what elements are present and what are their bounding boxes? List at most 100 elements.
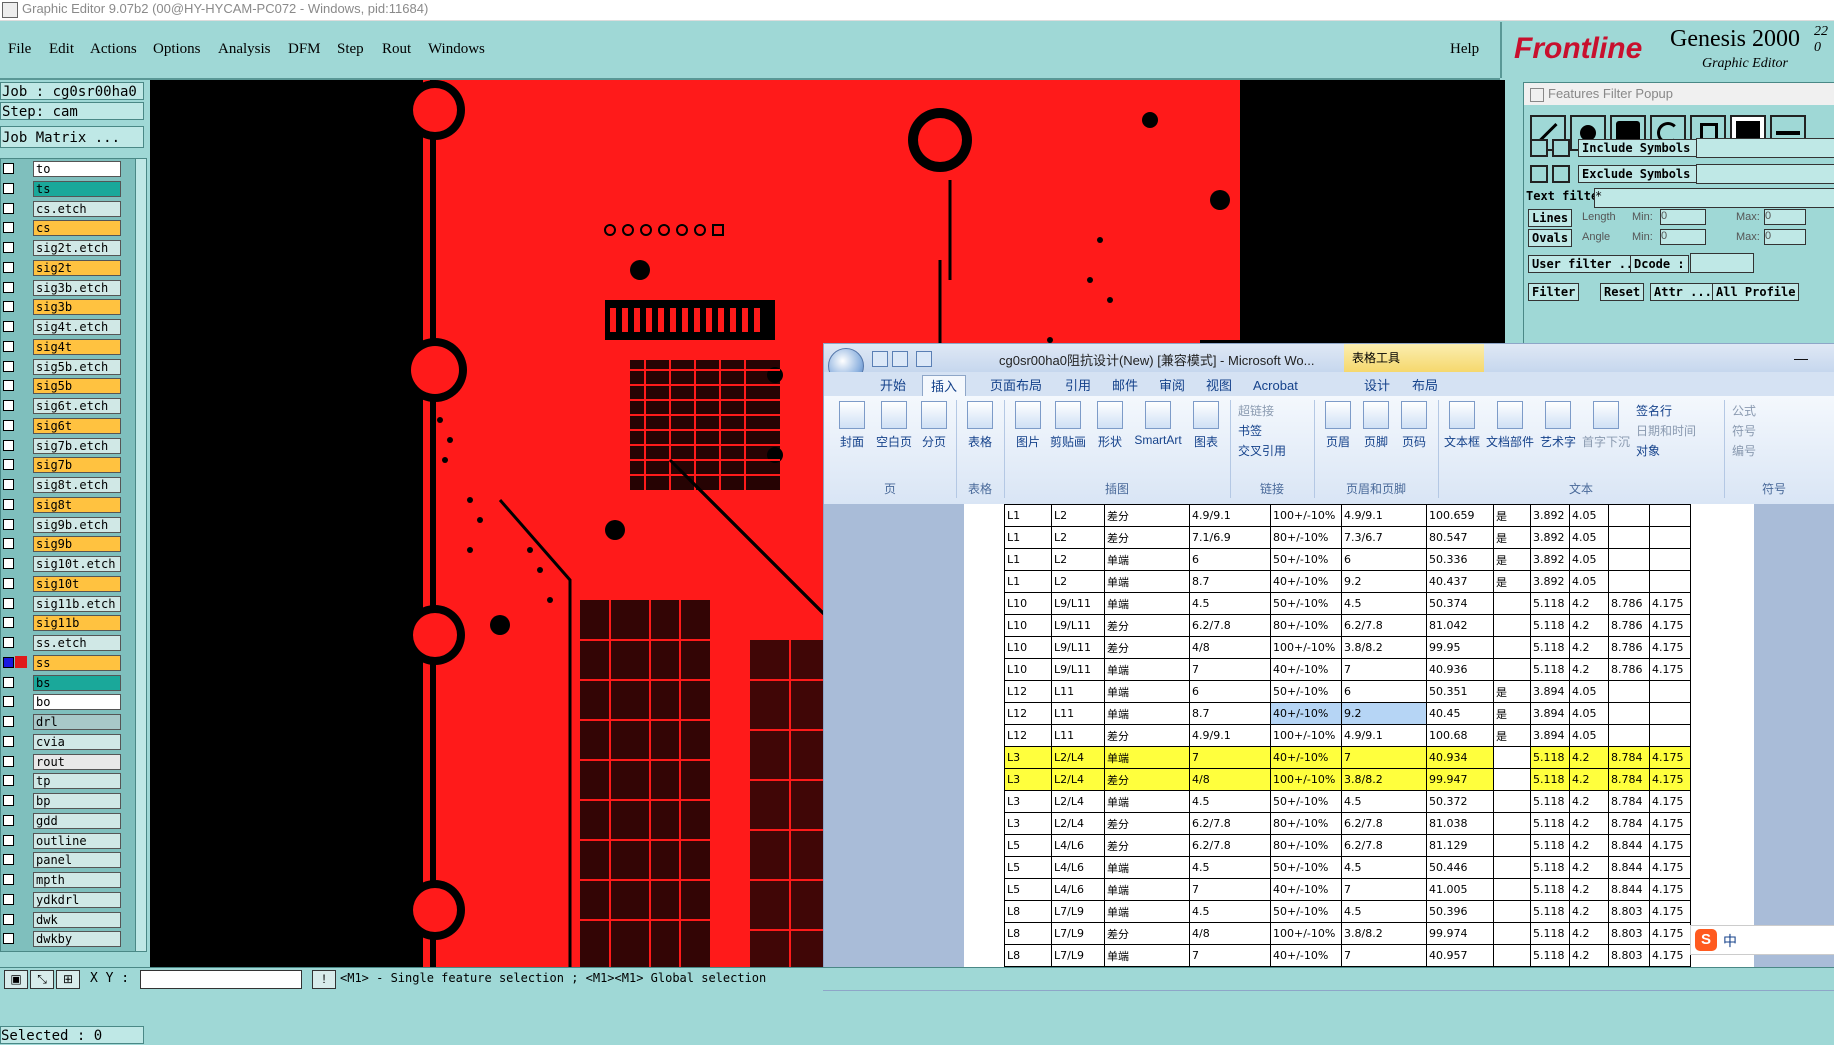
layer-checkbox[interactable] xyxy=(3,400,14,411)
menu-windows[interactable]: Windows xyxy=(428,41,485,58)
table-cell[interactable]: 9.2 xyxy=(1341,702,1427,725)
table-cell[interactable]: 6 xyxy=(1341,680,1427,703)
table-cell[interactable] xyxy=(1493,658,1531,681)
table-cell[interactable]: 40+/-10% xyxy=(1270,746,1342,769)
layer-color-swatch[interactable] xyxy=(15,221,27,233)
table-button[interactable]: 表格 xyxy=(962,401,998,450)
layer-color-swatch[interactable] xyxy=(15,814,27,826)
table-cell[interactable]: 4.175 xyxy=(1649,812,1691,835)
table-cell[interactable]: 7 xyxy=(1341,658,1427,681)
include-expand-icon[interactable] xyxy=(1530,139,1548,157)
layer-row[interactable]: sig4t.etch xyxy=(1,317,133,335)
table-cell[interactable]: 7 xyxy=(1189,878,1271,901)
layer-name[interactable]: sig3b.etch xyxy=(33,279,121,296)
table-cell[interactable]: 单端 xyxy=(1104,856,1190,879)
menu-rout[interactable]: Rout xyxy=(382,41,411,58)
table-cell[interactable]: L10 xyxy=(1004,658,1052,681)
table-cell[interactable]: 单端 xyxy=(1104,900,1190,923)
table-cell[interactable]: 80+/-10% xyxy=(1270,614,1342,637)
layer-row[interactable]: sig2t.etch xyxy=(1,238,133,256)
table-cell[interactable]: 4/8 xyxy=(1189,768,1271,791)
text-box-button[interactable]: 文本框 xyxy=(1442,401,1482,450)
table-cell[interactable]: 4.175 xyxy=(1649,614,1691,637)
table-cell[interactable]: 99.95 xyxy=(1426,636,1494,659)
table-cell[interactable]: 单端 xyxy=(1104,680,1190,703)
layer-color-swatch[interactable] xyxy=(15,202,27,214)
include-symbols-input[interactable] xyxy=(1696,138,1834,158)
table-cell[interactable]: 8.803 xyxy=(1608,900,1650,923)
table-cell[interactable]: 100+/-10% xyxy=(1270,768,1342,791)
picture-button[interactable]: 图片 xyxy=(1010,401,1046,450)
table-cell[interactable]: 单端 xyxy=(1104,592,1190,615)
table-cell[interactable]: 5.118 xyxy=(1530,636,1570,659)
text-filter-input[interactable]: * xyxy=(1594,188,1834,208)
layer-name[interactable]: mpth xyxy=(33,872,121,888)
layer-checkbox[interactable] xyxy=(3,775,14,787)
table-cell[interactable]: 8.784 xyxy=(1608,746,1650,769)
layer-name[interactable]: sig2t.etch xyxy=(33,240,121,256)
table-cell[interactable]: 3.892 xyxy=(1530,504,1570,527)
layer-color-swatch[interactable] xyxy=(15,913,27,925)
table-cell[interactable]: L2/L4 xyxy=(1051,746,1105,769)
table-cell[interactable]: 单端 xyxy=(1104,658,1190,681)
layer-color-swatch[interactable] xyxy=(15,715,27,727)
layer-name[interactable]: sig11b xyxy=(33,615,121,632)
layer-row[interactable]: sig11b xyxy=(1,613,133,632)
table-cell[interactable]: 4.2 xyxy=(1569,922,1609,945)
smartart-button[interactable]: SmartArt xyxy=(1130,401,1186,447)
table-cell[interactable]: 4.2 xyxy=(1569,658,1609,681)
table-cell[interactable]: 4.5 xyxy=(1341,790,1427,813)
layer-checkbox[interactable] xyxy=(3,459,14,471)
table-cell[interactable]: 4.175 xyxy=(1649,900,1691,923)
blank-page-button[interactable]: 空白页 xyxy=(874,401,914,450)
table-cell[interactable]: 差分 xyxy=(1104,922,1190,945)
table-cell[interactable]: 是 xyxy=(1493,680,1531,703)
table-cell[interactable]: L2 xyxy=(1051,548,1105,571)
table-cell[interactable]: 8.784 xyxy=(1608,790,1650,813)
layer-name[interactable]: dwk xyxy=(33,911,121,928)
table-cell[interactable]: 4.2 xyxy=(1569,768,1609,791)
drop-cap-button[interactable]: 首字下沉 xyxy=(1580,401,1632,450)
layer-checkbox[interactable] xyxy=(3,676,14,688)
layer-name[interactable]: cs.etch xyxy=(33,200,121,217)
table-cell[interactable]: 7.3/6.7 xyxy=(1341,526,1427,549)
table-cell[interactable]: 单端 xyxy=(1104,790,1190,813)
layer-row[interactable]: tp xyxy=(1,771,133,790)
layer-checkbox[interactable] xyxy=(3,380,14,392)
table-cell[interactable]: 单端 xyxy=(1104,570,1190,593)
table-cell[interactable]: 差分 xyxy=(1104,614,1190,637)
table-cell[interactable]: 50.374 xyxy=(1426,592,1494,615)
table-cell[interactable]: 100.659 xyxy=(1426,504,1494,527)
table-cell[interactable]: 100+/-10% xyxy=(1270,724,1342,747)
chart-button[interactable]: 图表 xyxy=(1188,401,1224,450)
snap-icon[interactable]: ▣ xyxy=(4,970,28,989)
table-cell[interactable]: 差分 xyxy=(1104,636,1190,659)
table-cell[interactable] xyxy=(1493,834,1531,857)
layer-name[interactable]: outline xyxy=(33,832,121,849)
table-cell[interactable] xyxy=(1493,856,1531,879)
table-cell[interactable]: 8.784 xyxy=(1608,768,1650,791)
table-cell[interactable]: 50.336 xyxy=(1426,548,1494,571)
table-cell[interactable]: 是 xyxy=(1493,702,1531,725)
menu-options[interactable]: Options xyxy=(153,41,201,58)
table-cell[interactable]: L12 xyxy=(1004,680,1052,703)
object-button[interactable]: 对象 xyxy=(1636,442,1660,459)
table-cell[interactable]: L1 xyxy=(1004,570,1052,593)
table-cell[interactable]: L2 xyxy=(1051,570,1105,593)
page-break-button[interactable]: 分页 xyxy=(916,401,952,450)
table-cell[interactable]: 6.2/7.8 xyxy=(1189,834,1271,857)
table-cell[interactable] xyxy=(1493,768,1531,791)
table-cell[interactable]: 8.7 xyxy=(1189,702,1271,725)
table-cell[interactable]: 6 xyxy=(1189,680,1271,703)
table-cell[interactable]: L1 xyxy=(1004,548,1052,571)
shapes-button[interactable]: 形状 xyxy=(1092,401,1128,450)
table-cell[interactable]: L9/L11 xyxy=(1051,592,1105,615)
table-cell[interactable]: 8.786 xyxy=(1608,658,1650,681)
table-cell[interactable] xyxy=(1649,724,1691,747)
layer-name[interactable]: sig5b xyxy=(33,378,121,395)
table-cell[interactable]: 4/8 xyxy=(1189,636,1271,659)
layer-row[interactable]: sig4t xyxy=(1,337,133,355)
table-cell[interactable] xyxy=(1608,504,1650,527)
table-cell[interactable]: 4.2 xyxy=(1569,856,1609,879)
table-cell[interactable]: 40.45 xyxy=(1426,702,1494,725)
